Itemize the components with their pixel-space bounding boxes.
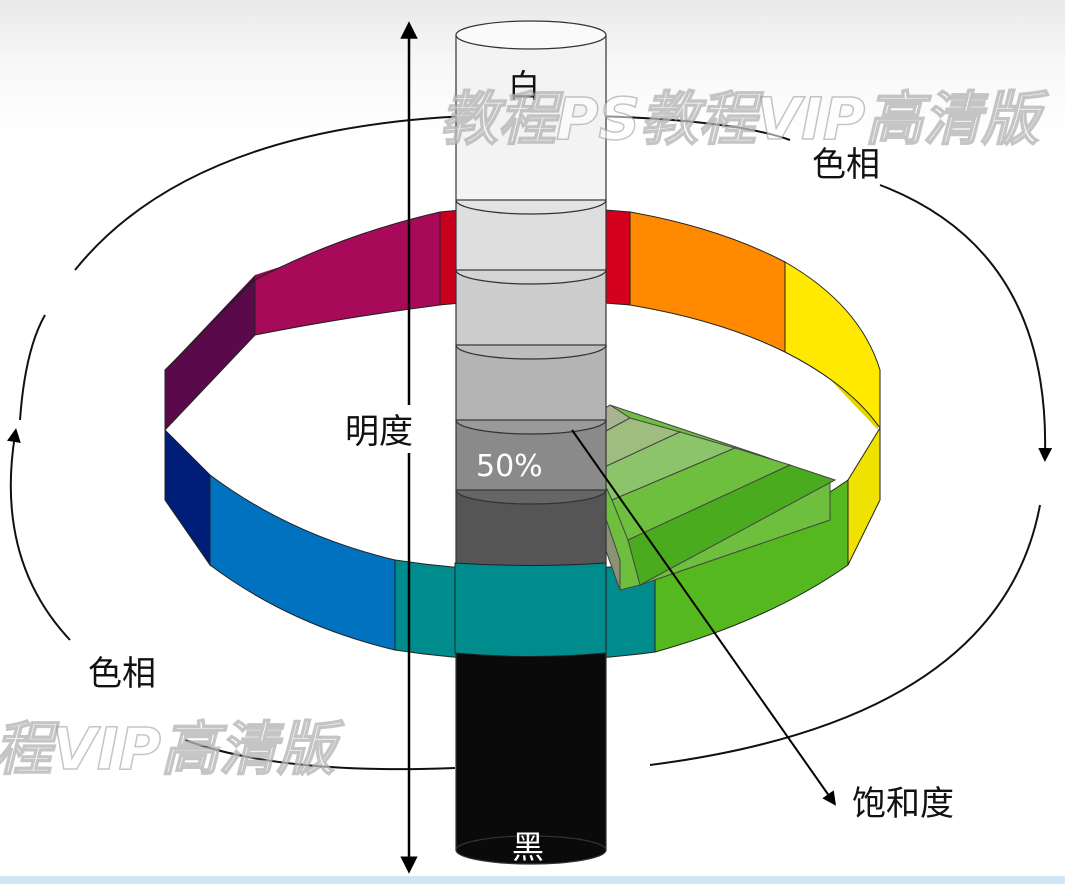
hue-orbit-right-arc xyxy=(879,184,1053,462)
saturation-label: 饱和度 xyxy=(852,784,954,824)
ring-segment-purple xyxy=(164,278,256,432)
fifty-percent-label: 50% xyxy=(476,449,543,484)
hue-orbit-left-upper-arc xyxy=(19,314,46,421)
lightness-label: 明度 xyxy=(345,412,413,452)
lightness-column xyxy=(455,20,607,865)
hue-label-top: 色相 xyxy=(812,145,880,185)
column-top xyxy=(455,20,607,50)
ring-segment-teal-front xyxy=(454,562,607,657)
color-model-diagram: 明度 白 黑 50% 色相 色相 饱和度 xyxy=(6,20,1053,874)
ring-segment-orange xyxy=(629,211,786,353)
white-label: 白 xyxy=(508,67,540,105)
hue-orbit-left-arc xyxy=(6,428,71,641)
ring-segment-red-right xyxy=(604,209,631,306)
ring-segment-yellow xyxy=(784,261,881,430)
ring-segment-magenta xyxy=(254,211,441,336)
hue-orbit-bottom-left-arc xyxy=(184,739,456,771)
column-segment-white xyxy=(455,34,607,201)
bottom-strip xyxy=(0,876,1065,884)
column-segment-black xyxy=(455,649,607,851)
ring-segment-blue xyxy=(209,474,396,651)
ring-segment-navy xyxy=(164,428,211,567)
hue-label-left: 色相 xyxy=(88,654,156,694)
ring-segment-yellow-front xyxy=(847,426,881,566)
black-label: 黑 xyxy=(512,828,544,866)
